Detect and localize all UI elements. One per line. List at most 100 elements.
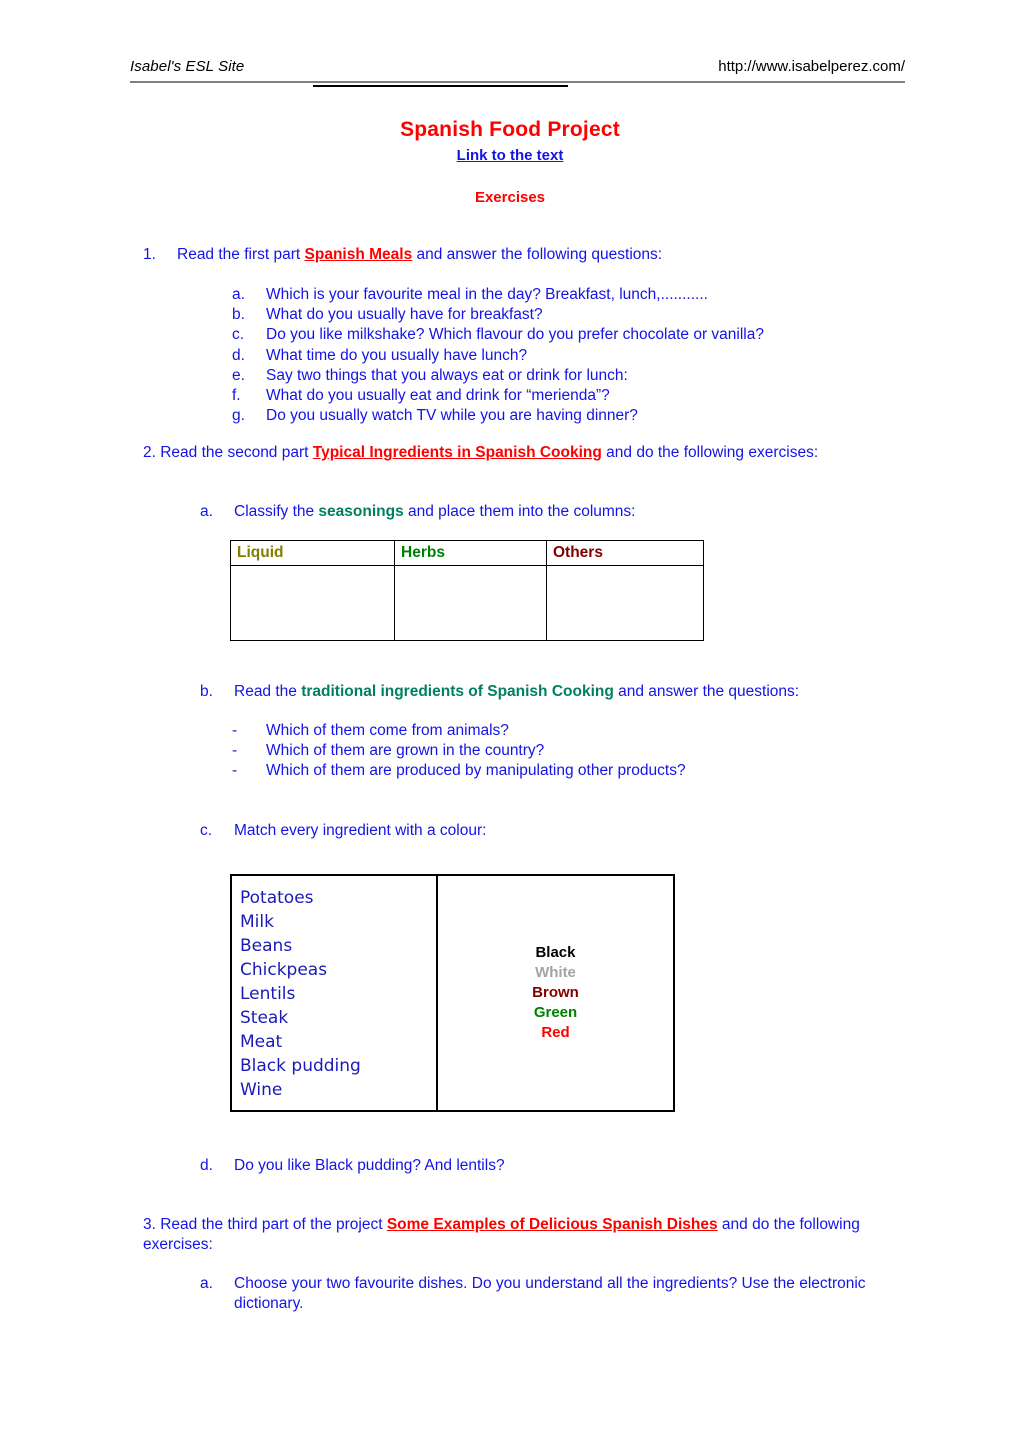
list-item: e. Say two things that you always eat or…	[232, 366, 932, 386]
question-text: Which is your favourite meal in the day?…	[266, 286, 708, 303]
bullet-text: Which of them come from animals?	[266, 722, 509, 739]
question-marker: e.	[232, 366, 245, 384]
question-marker: d.	[232, 346, 245, 364]
colour-item-red: Red	[541, 1024, 570, 1041]
section1-marker: 1.	[143, 246, 156, 263]
task-b-highlight: traditional ingredients of Spanish Cooki…	[301, 683, 614, 700]
task-a-text-after: and place them into the columns:	[403, 503, 636, 520]
column-header-liquid: Liquid	[230, 540, 395, 566]
page-header: Isabel's ESL Site http://www.isabelperez…	[130, 58, 905, 83]
question-text: Say two things that you always eat or dr…	[266, 366, 628, 384]
section1-text: Read the first part Spanish Meals and an…	[177, 245, 903, 265]
colour-item-white: White	[535, 964, 576, 981]
section2-heading: 2. Read the second part Typical Ingredie…	[143, 443, 843, 463]
ingredient-item: Milk	[240, 912, 274, 932]
ingredient-item: Beans	[240, 936, 293, 956]
colour-column: Black White Brown Green Red	[438, 876, 673, 1110]
question-text: What time do you usually have lunch?	[266, 346, 528, 364]
ingredient-item: Black pudding	[240, 1056, 361, 1076]
task-text: Read the traditional ingredients of Span…	[234, 682, 900, 702]
list-item: b. What do you usually have for breakfas…	[232, 305, 932, 325]
table-cell-others[interactable]	[546, 565, 704, 641]
ingredient-item: Potatoes	[240, 888, 314, 908]
bullet-marker: -	[232, 742, 238, 760]
task-text: Choose your two favourite dishes. Do you…	[234, 1275, 866, 1312]
title-block: Spanish Food Project Link to the text Ex…	[0, 118, 1020, 206]
column-header-others: Others	[546, 540, 704, 566]
section2-task-c: c. Match every ingredient with a colour:	[200, 821, 800, 841]
list-item: c. Do you like milkshake? Which flavour …	[232, 325, 932, 345]
list-item: - Which of them are grown in the country…	[232, 741, 932, 761]
section3-task-a: a. Choose your two favourite dishes. Do …	[200, 1274, 880, 1314]
bullet-marker: -	[232, 722, 238, 739]
section1-highlight[interactable]: Spanish Meals	[305, 246, 413, 263]
question-text: What do you usually eat and drink for “m…	[266, 387, 610, 405]
colour-item-green: Green	[533, 1004, 578, 1021]
list-item: f. What do you usually eat and drink for…	[232, 386, 932, 406]
site-url: http://www.isabelperez.com/	[718, 58, 905, 75]
task-a-highlight: seasonings	[318, 503, 404, 520]
exercises-subtitle: Exercises	[474, 189, 546, 206]
section2-task-b: b. Read the traditional ingredients of S…	[200, 682, 900, 702]
task-b-text-before: Read the	[234, 683, 302, 700]
document-page: Isabel's ESL Site http://www.isabelperez…	[0, 0, 1020, 1443]
site-name: Isabel's ESL Site	[130, 58, 245, 75]
page-title: Spanish Food Project	[400, 118, 620, 141]
ingredient-item: Wine	[240, 1080, 283, 1100]
link-to-the-text[interactable]: Link to the text	[457, 145, 564, 167]
ingredient-item: Steak	[240, 1008, 289, 1028]
list-item: - Which of them are produced by manipula…	[232, 761, 932, 781]
bullet-text: Which of them are produced by manipulati…	[266, 762, 686, 780]
section2-text-before: 2. Read the second part	[143, 444, 313, 461]
table-header-row: Liquid Herbs Others	[230, 540, 704, 566]
question-marker: f.	[232, 387, 241, 405]
task-marker: c.	[200, 822, 213, 839]
colour-item-brown: Brown	[532, 984, 579, 1001]
colour-list: Black White Brown Green Red	[532, 943, 579, 1043]
ingredient-column: Potatoes Milk Beans Chickpeas Lentils St…	[232, 876, 438, 1110]
task-b-text-after: and answer the questions:	[613, 683, 800, 700]
task-marker: a.	[200, 503, 213, 520]
seasonings-table: Liquid Herbs Others	[230, 540, 704, 641]
section1-text-after: and answer the following questions:	[412, 246, 663, 263]
section2-task-d: d. Do you like Black pudding? And lentil…	[200, 1156, 800, 1176]
question-text: Do you usually watch TV while you are ha…	[266, 407, 638, 425]
task-marker: a.	[200, 1275, 213, 1292]
question-marker: g.	[232, 407, 245, 425]
question-marker: b.	[232, 306, 245, 324]
bullet-marker: -	[232, 762, 238, 780]
list-item: a. Which is your favourite meal in the d…	[232, 285, 932, 305]
task-a-text-before: Classify the	[234, 503, 319, 520]
section2-text-after: and do the following exercises:	[601, 444, 819, 461]
task-marker: b.	[200, 683, 213, 700]
table-row	[230, 565, 704, 641]
table-cell-liquid[interactable]	[230, 565, 395, 641]
section3-highlight[interactable]: Some Examples of Delicious Spanish Dishe…	[387, 1216, 718, 1233]
section1-heading: 1. Read the first part Spanish Meals and…	[143, 245, 903, 265]
task-text: Match every ingredient with a colour:	[234, 822, 487, 839]
section3-heading: 3. Read the third part of the project So…	[143, 1215, 888, 1255]
task-marker: d.	[200, 1157, 213, 1174]
question-marker: a.	[232, 286, 245, 303]
column-header-herbs: Herbs	[394, 540, 547, 566]
section1-text-before: Read the first part	[177, 246, 305, 263]
colour-item-black: Black	[535, 944, 576, 961]
task-text: Do you like Black pudding? And lentils?	[234, 1157, 505, 1174]
question-text: What do you usually have for breakfast?	[266, 306, 543, 324]
ingredient-item: Meat	[240, 1032, 283, 1052]
bullet-text: Which of them are grown in the country?	[266, 742, 545, 760]
task-text: Classify the seasonings and place them i…	[234, 502, 860, 522]
list-item: g. Do you usually watch TV while you are…	[232, 406, 932, 426]
question-text: Do you like milkshake? Which flavour do …	[266, 326, 764, 344]
ingredient-item: Lentils	[240, 984, 296, 1004]
section3-text-before: 3. Read the third part of the project	[143, 1216, 387, 1233]
list-item: - Which of them come from animals?	[232, 721, 932, 741]
table-cell-herbs[interactable]	[394, 565, 547, 641]
section2-task-a: a. Classify the seasonings and place the…	[200, 502, 860, 522]
section2-highlight[interactable]: Typical Ingredients in Spanish Cooking	[313, 444, 602, 461]
list-item: d. What time do you usually have lunch?	[232, 346, 932, 366]
match-ingredients-box: Potatoes Milk Beans Chickpeas Lentils St…	[230, 874, 675, 1112]
section1-question-list: a. Which is your favourite meal in the d…	[232, 285, 932, 426]
section2-bullet-list: - Which of them come from animals? - Whi…	[232, 721, 932, 782]
header-rule-accent	[313, 85, 568, 87]
